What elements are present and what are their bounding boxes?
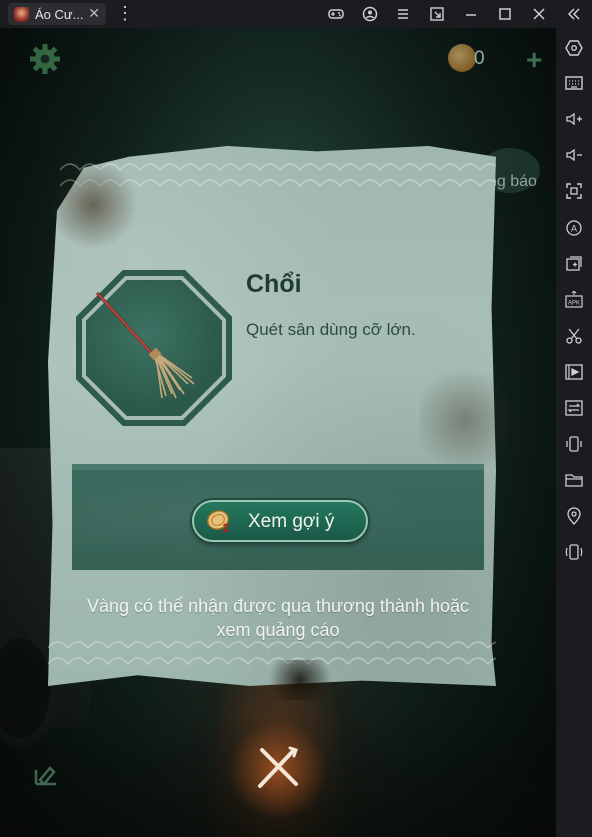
account-icon[interactable] xyxy=(361,5,379,23)
coin-count: 0 xyxy=(474,48,485,69)
maximize-icon[interactable] xyxy=(496,5,514,23)
burn-stain xyxy=(420,360,510,480)
add-coin-icon[interactable]: + xyxy=(526,44,542,76)
volume-up-icon[interactable] xyxy=(565,110,583,128)
resize-icon[interactable] xyxy=(428,5,446,23)
gold-coin-icon xyxy=(448,44,476,72)
apk-install-icon[interactable]: APK xyxy=(565,291,583,309)
scissors-icon[interactable] xyxy=(565,327,583,345)
svg-text:A: A xyxy=(571,224,577,234)
svg-text:APK: APK xyxy=(568,301,580,307)
add-window-icon[interactable] xyxy=(565,255,583,273)
collapse-sidebar-icon[interactable] xyxy=(565,5,583,23)
shake-icon[interactable] xyxy=(565,435,583,453)
minimize-icon[interactable] xyxy=(462,5,480,23)
dialog-close-icon[interactable] xyxy=(250,740,306,796)
emulator-window: Áo Cư... ✕ ⋮ A APK 0 + ng báo Chổi Quét … xyxy=(0,0,592,837)
view-hint-label: Xem gợi ý xyxy=(248,511,335,532)
hamburger-menu-icon[interactable] xyxy=(394,5,412,23)
auto-rotate-icon[interactable]: A xyxy=(565,219,583,237)
emulator-sidebar: A APK xyxy=(556,0,592,837)
app-tab[interactable]: Áo Cư... ✕ xyxy=(8,3,106,25)
tab-close-icon[interactable]: ✕ xyxy=(88,5,100,22)
item-description: Quét sân dùng cỡ lớn. xyxy=(246,320,416,339)
app-icon xyxy=(14,6,29,22)
view-hint-button[interactable]: 2 Xem gợi ý xyxy=(192,500,368,542)
hint-band-edge xyxy=(72,464,484,470)
settings-gear-icon[interactable] xyxy=(28,42,62,76)
volume-down-icon[interactable] xyxy=(565,146,583,164)
burn-stain xyxy=(48,160,138,250)
burn-stain xyxy=(260,660,340,700)
broom-icon xyxy=(96,292,195,399)
rotate-screen-icon[interactable] xyxy=(565,543,583,561)
bottom-left-tool-icon[interactable] xyxy=(30,756,64,790)
tab-title: Áo Cư... xyxy=(35,6,83,22)
hint-cost: 2 xyxy=(223,521,230,534)
settings-hex-icon[interactable] xyxy=(565,39,583,57)
video-record-icon[interactable] xyxy=(565,363,583,381)
gamepad-icon[interactable] xyxy=(327,5,345,23)
sync-icon[interactable] xyxy=(565,399,583,417)
folder-icon[interactable] xyxy=(565,471,583,489)
gold-coin-icon: 2 xyxy=(206,510,230,534)
title-bar: Áo Cư... ✕ ⋮ xyxy=(0,0,592,28)
keyboard-icon[interactable] xyxy=(565,74,583,92)
location-pin-icon[interactable] xyxy=(565,507,583,525)
screenshot-frame-icon[interactable] xyxy=(565,182,583,200)
item-name: Chổi xyxy=(246,270,302,298)
close-icon[interactable] xyxy=(530,5,548,23)
more-options-icon[interactable]: ⋮ xyxy=(116,4,134,22)
gold-info-text: Vàng có thể nhận được qua thương thành h… xyxy=(87,596,469,640)
